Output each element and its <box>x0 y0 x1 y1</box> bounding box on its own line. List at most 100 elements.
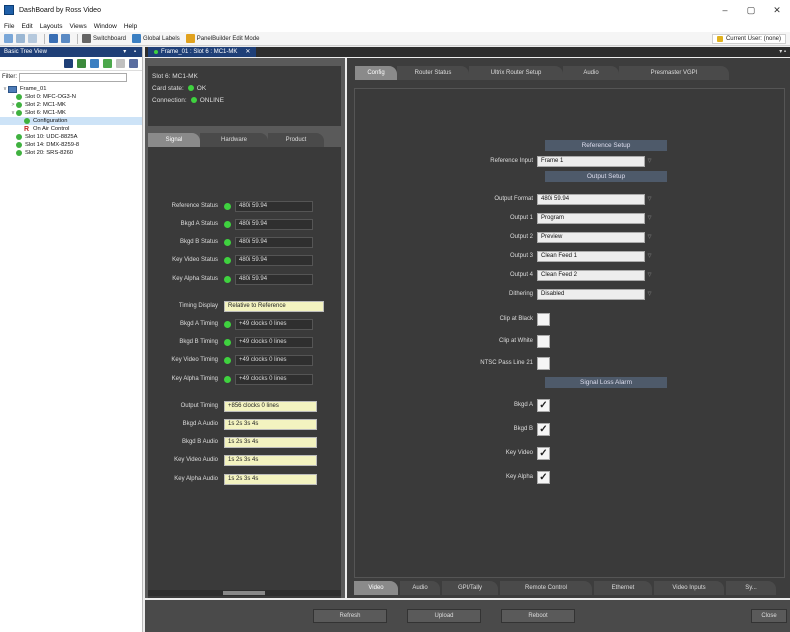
scrollbar-thumb[interactable] <box>223 591 265 595</box>
tree-tools <box>0 57 142 71</box>
tree-node[interactable]: Slot 0: MFC-OG3-N <box>0 93 142 101</box>
signal-loss-check-0-checkbox[interactable]: ✓ <box>537 398 550 412</box>
tab-bottom-2[interactable]: GPI/Tally <box>442 581 498 595</box>
tree-refresh-icon[interactable] <box>90 59 99 68</box>
output-setting-4-select[interactable]: Clean Feed 2 <box>537 269 645 281</box>
tab-config-4[interactable]: Presmaster VGPI <box>619 66 729 80</box>
signal-row-label: Key Video Status <box>172 257 218 263</box>
tab-bottom-1[interactable]: Audio <box>400 581 440 595</box>
tree-home-icon[interactable] <box>64 59 73 68</box>
panelbuilder-button[interactable]: PanelBuilder Edit Mode <box>185 34 259 43</box>
toolbar-separator <box>44 33 45 44</box>
panel-menu-icon[interactable]: ▾ ▪ <box>779 47 786 57</box>
tree-node[interactable]: Slot 10: UDC-8825A <box>0 133 142 141</box>
new-icon[interactable] <box>4 34 13 43</box>
signal-row-value[interactable]: 1s 2s 3s 4s <box>224 418 317 430</box>
output-setting-0-select[interactable]: 480i 59.94 <box>537 193 645 205</box>
output-setting-1-select[interactable]: Program <box>537 212 645 224</box>
output-setting-1-label: Output 1 <box>509 215 533 221</box>
tab-bottom-4[interactable]: Ethernet <box>594 581 652 595</box>
signal-row-value[interactable]: Relative to Reference <box>224 300 324 312</box>
tab-config-0[interactable]: Config <box>355 66 397 80</box>
signal-row-value[interactable]: 1s 2s 3s 4s <box>224 436 317 448</box>
toolbar: Switchboard Global Labels PanelBuilder E… <box>0 32 790 46</box>
signal-row-label: Key Video Timing <box>171 357 218 363</box>
tree-settings-icon[interactable] <box>129 59 138 68</box>
filter-input[interactable] <box>19 72 127 82</box>
tab-bottom-0[interactable]: Video <box>354 581 398 595</box>
dropdown-arrow-icon[interactable]: ▽ <box>645 194 654 205</box>
tree-node[interactable]: R On Air Control <box>0 125 142 133</box>
dropdown-arrow-icon[interactable]: ▽ <box>645 213 654 224</box>
network-icon[interactable] <box>61 34 70 43</box>
tab-config-2[interactable]: Ultrix Router Setup <box>469 66 563 80</box>
menu-views[interactable]: Views <box>69 23 86 30</box>
output-setting-3-select[interactable]: Clean Feed 1 <box>537 250 645 262</box>
current-user-label: Current User: (none) <box>725 36 781 42</box>
tree-node[interactable]: Slot 14: DMX-8259-8 <box>0 141 142 149</box>
dropdown-arrow-icon[interactable]: ▽ <box>645 232 654 243</box>
horizontal-scrollbar[interactable] <box>148 590 341 596</box>
dropdown-arrow-icon[interactable]: ▽ <box>645 270 654 281</box>
signal-loss-check-0-label: Bkgd A <box>513 402 533 408</box>
signal-row-value[interactable]: 1s 2s 3s 4s <box>224 473 317 485</box>
button-bar: Refresh Upload Reboot Close <box>145 600 790 632</box>
open-icon[interactable] <box>16 34 25 43</box>
signal-loss-check-3-checkbox[interactable]: ✓ <box>537 470 550 484</box>
panel-pin-close-icon[interactable]: ▾ ▪ <box>123 47 139 57</box>
reference-input-select[interactable]: Frame 1 <box>537 155 645 167</box>
option-check-2-checkbox[interactable] <box>537 356 550 370</box>
tab-bottom-5[interactable]: Video Inputs <box>654 581 724 595</box>
signal-row-label: Bkgd B Audio <box>181 439 218 445</box>
save-icon[interactable] <box>28 34 37 43</box>
tab-config-3[interactable]: Audio <box>563 66 619 80</box>
tree-node[interactable]: Configuration <box>0 117 142 125</box>
menu-help[interactable]: Help <box>124 23 137 30</box>
output-setting-2-label: Output 2 <box>509 234 533 240</box>
maximize-button[interactable]: ▢ <box>738 0 764 20</box>
tab-hardware[interactable]: Hardware <box>200 133 268 147</box>
tree-node[interactable]: Slot 20: SRS-8260 <box>0 149 142 157</box>
document-tab[interactable]: Frame_01 : Slot 6 : MC1-MK ✕ <box>148 47 257 57</box>
filter-label: Filter: <box>2 74 17 80</box>
minimize-button[interactable]: – <box>712 0 738 20</box>
tree-add-icon[interactable] <box>103 59 112 68</box>
dropdown-arrow-icon[interactable]: ▽ <box>645 251 654 262</box>
panelbuilder-icon <box>185 34 195 43</box>
option-check-0-checkbox[interactable] <box>537 312 550 326</box>
tree-node[interactable]: v Frame_01 <box>0 85 142 93</box>
reboot-button[interactable]: Reboot <box>501 609 575 623</box>
menu-file[interactable]: File <box>4 23 14 30</box>
close-window-button[interactable]: ✕ <box>764 0 790 20</box>
output-setting-2-select[interactable]: Preview <box>537 231 645 243</box>
signal-loss-check-1-checkbox[interactable]: ✓ <box>537 422 550 436</box>
close-button[interactable]: Close <box>751 609 787 623</box>
menu-window[interactable]: Window <box>94 23 117 30</box>
config-tabs: Config Router Status Ultrix Router Setup Au… <box>347 66 790 80</box>
signal-row-value[interactable]: +856 clocks 0 lines <box>224 400 317 412</box>
tree-lock-icon[interactable] <box>77 59 86 68</box>
signal-row-value[interactable]: 1s 2s 3s 4s <box>224 454 317 466</box>
connect-icon[interactable] <box>49 34 58 43</box>
tree-node[interactable]: v Slot 6: MC1-MK <box>0 109 142 117</box>
tree-remove-icon[interactable] <box>116 59 125 68</box>
upload-button[interactable]: Upload <box>407 609 481 623</box>
close-tab-icon[interactable]: ✕ <box>245 47 250 57</box>
global-labels-button[interactable]: Global Labels <box>132 34 180 43</box>
tab-bottom-3[interactable]: Remote Control <box>500 581 592 595</box>
tree-node[interactable]: > Slot 2: MC1-MK <box>0 101 142 109</box>
tab-bottom-6[interactable]: Sy... <box>726 581 776 595</box>
menu-layouts[interactable]: Layouts <box>40 23 63 30</box>
tab-config-1[interactable]: Router Status <box>397 66 469 80</box>
dropdown-arrow-icon[interactable]: ▽ <box>645 289 654 300</box>
output-setting-5-select[interactable]: Disabled <box>537 288 645 300</box>
status-led-icon <box>224 202 231 210</box>
tab-product[interactable]: Product <box>268 133 324 147</box>
signal-loss-check-2-checkbox[interactable]: ✓ <box>537 446 550 460</box>
dropdown-arrow-icon[interactable]: ▽ <box>645 156 654 167</box>
tab-signal[interactable]: Signal <box>148 133 200 147</box>
switchboard-button[interactable]: Switchboard <box>82 34 126 43</box>
refresh-button[interactable]: Refresh <box>313 609 387 623</box>
option-check-1-checkbox[interactable] <box>537 334 550 348</box>
menu-edit[interactable]: Edit <box>21 23 32 30</box>
